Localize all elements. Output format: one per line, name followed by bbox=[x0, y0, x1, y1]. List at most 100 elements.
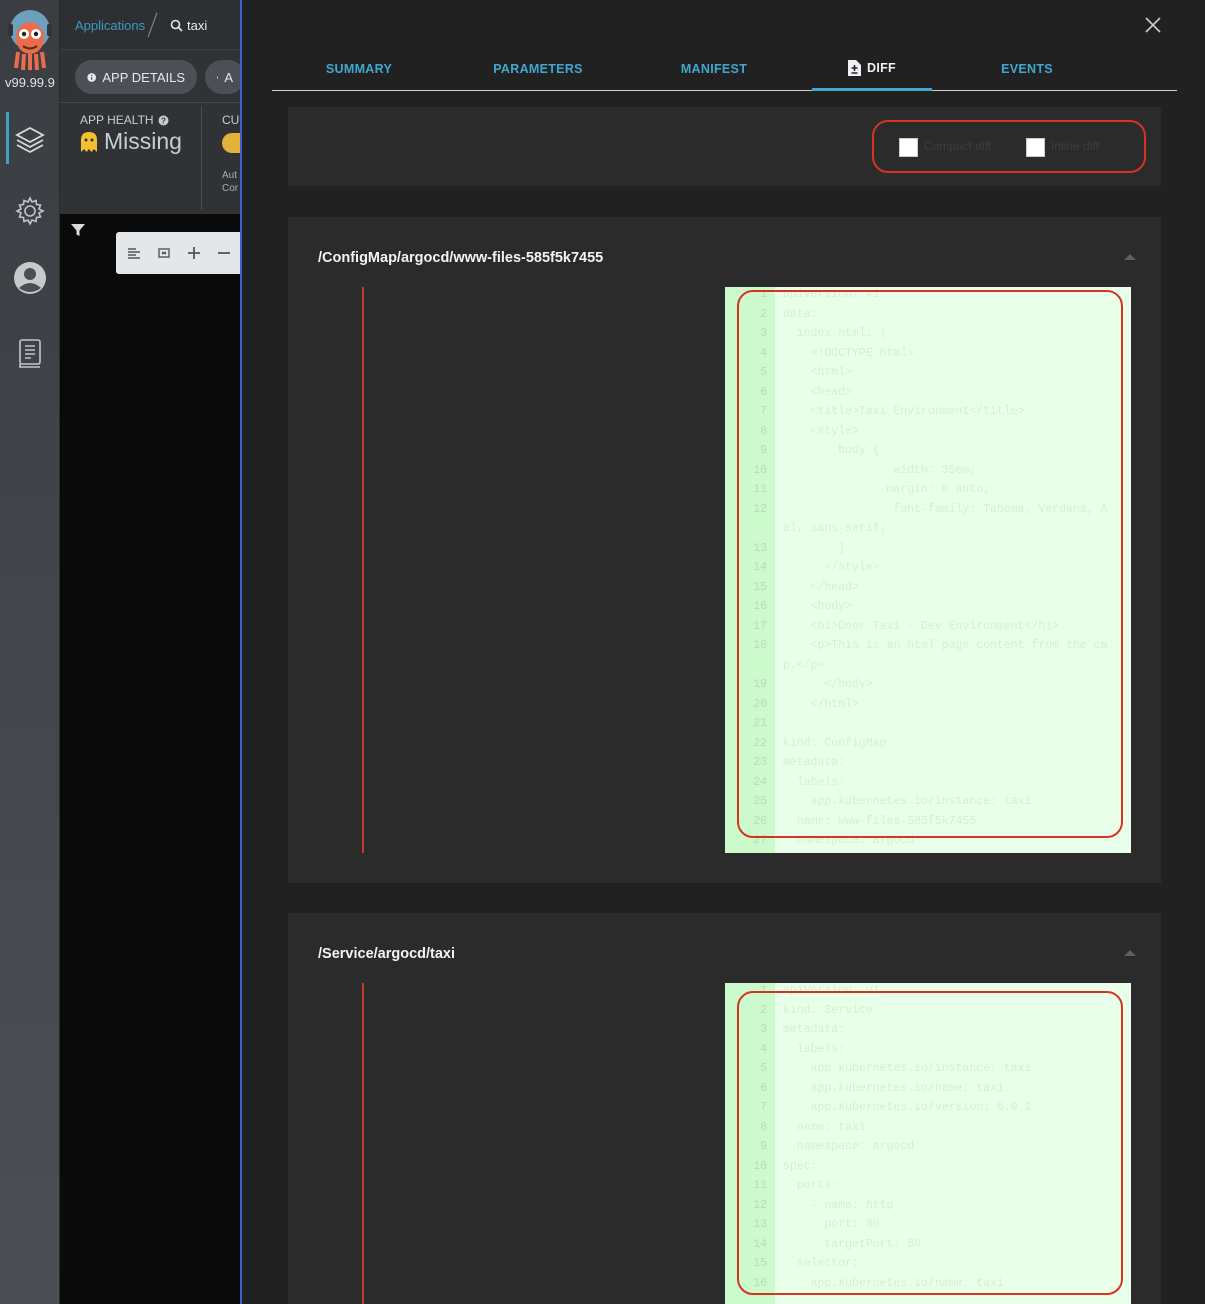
diff-code-line: 4 <!DOCTYPE html> bbox=[725, 344, 914, 364]
diff-code-line: al, sans-serif; bbox=[725, 519, 887, 539]
diff-code-line: 10 spec: bbox=[725, 1157, 817, 1177]
resource-diff-card: /ConfigMap/argocd/www-files-585f5k7455 1… bbox=[288, 217, 1161, 883]
line-content: app.kubernetes.io/instance: taxi bbox=[783, 1062, 1032, 1075]
diff-code-line: 16 app.kubernetes.io/name: taxi bbox=[725, 1274, 1004, 1294]
diff-code-line: 11 margin: 0 auto; bbox=[725, 480, 990, 500]
line-number: 14 bbox=[753, 561, 767, 574]
line-content: app.kubernetes.io/instance: taxi bbox=[783, 795, 1032, 808]
filter-icon[interactable] bbox=[70, 222, 86, 238]
diff-code-line: 23 metadata: bbox=[725, 753, 845, 773]
collapse-chevron-icon[interactable] bbox=[1124, 950, 1136, 956]
diff-code-line: 27 namespace: argocd bbox=[725, 831, 914, 851]
zoom-in-icon[interactable] bbox=[188, 247, 200, 259]
line-number: 11 bbox=[753, 483, 767, 496]
line-number: 12 bbox=[753, 502, 767, 516]
line-content: namespace: argocd bbox=[783, 834, 915, 847]
line-number: 25 bbox=[753, 795, 767, 808]
zoom-out-icon[interactable] bbox=[218, 247, 230, 259]
line-content: width: 35em; bbox=[783, 463, 977, 477]
auto-label-line: Aut bbox=[222, 170, 238, 181]
line-number: 6 bbox=[760, 385, 767, 399]
close-panel-button[interactable] bbox=[1142, 14, 1164, 36]
tab-diff[interactable]: DIFF bbox=[812, 48, 932, 91]
diff-code-line: 3 metadata: bbox=[725, 1020, 845, 1040]
line-content: port: 80 bbox=[783, 1218, 880, 1231]
line-content: kind: Service bbox=[783, 1003, 873, 1017]
diff-code-line: 6 <head> bbox=[725, 383, 852, 403]
line-content: al, sans-serif; bbox=[783, 522, 887, 535]
line-number: 7 bbox=[760, 1101, 767, 1114]
status-divider bbox=[201, 106, 202, 210]
cor-label-line: Cor bbox=[222, 183, 239, 194]
search-icon bbox=[170, 19, 183, 32]
main-nav: v99.99.9 bbox=[0, 0, 60, 1304]
align-left-icon[interactable] bbox=[128, 247, 140, 259]
app-health-status: Missing bbox=[80, 128, 182, 155]
line-number: 19 bbox=[753, 678, 767, 691]
app-diff-button[interactable]: A bbox=[205, 60, 245, 94]
diff-code-line: 2 data: bbox=[725, 305, 817, 325]
resource-title: /Service/argocd/taxi bbox=[318, 946, 456, 962]
collapse-chevron-icon[interactable] bbox=[1124, 254, 1136, 260]
tab-events[interactable]: EVENTS bbox=[982, 48, 1072, 90]
inline-diff-checkbox[interactable] bbox=[1026, 138, 1045, 157]
diff-code-line: 4 labels: bbox=[725, 1040, 845, 1060]
line-number: 16 bbox=[753, 1276, 767, 1290]
line-number: 18 bbox=[753, 639, 767, 652]
line-content: name: taxi bbox=[783, 1120, 866, 1134]
line-content: index.html: | bbox=[783, 327, 887, 340]
fit-screen-icon[interactable] bbox=[158, 247, 170, 259]
applications-layers-icon[interactable] bbox=[12, 122, 48, 158]
tab-manifest[interactable]: MANIFEST bbox=[662, 48, 766, 90]
line-content: - name: http bbox=[783, 1198, 894, 1212]
diff-new-side: 1 apiVersion: v1 2 kind: Service 3 metadata: 4… bbox=[725, 983, 1131, 1304]
diff-code-line: 13 } bbox=[725, 539, 845, 559]
breadcrumb-app[interactable]: taxi bbox=[170, 18, 207, 33]
line-content: </html> bbox=[783, 697, 859, 711]
line-number: 27 bbox=[753, 834, 767, 847]
close-icon bbox=[1145, 17, 1161, 33]
settings-gear-icon[interactable] bbox=[12, 193, 48, 229]
version-label: v99.99.9 bbox=[5, 75, 55, 90]
line-number: 4 bbox=[760, 1042, 767, 1056]
line-content: <html> bbox=[783, 366, 853, 379]
app-details-button[interactable]: APP DETAILS bbox=[75, 60, 197, 94]
line-content: targetPort: 80 bbox=[783, 1237, 922, 1251]
line-number: 23 bbox=[753, 756, 767, 769]
line-content: </body> bbox=[783, 678, 873, 691]
line-content: margin: 0 auto; bbox=[783, 483, 991, 496]
diff-code-line: 7 <title>Taxi Environment</title> bbox=[725, 402, 1024, 422]
docs-book-icon[interactable] bbox=[12, 335, 48, 371]
diff-code-line: 3 index.html: | bbox=[725, 324, 887, 344]
tab-events-label: EVENTS bbox=[1001, 62, 1053, 76]
app-health-value: Missing bbox=[104, 128, 182, 154]
line-content: p.</p> bbox=[783, 658, 825, 672]
argo-logo-icon[interactable] bbox=[6, 8, 54, 72]
line-content: app.kubernetes.io/name: taxi bbox=[783, 1276, 1004, 1290]
diff-code-line: 25 app.kubernetes.io/instance: taxi bbox=[725, 792, 1031, 812]
tab-manifest-label: MANIFEST bbox=[680, 62, 748, 76]
line-content: metadata: bbox=[783, 756, 846, 769]
help-icon[interactable]: ? bbox=[158, 115, 169, 126]
line-number: 16 bbox=[753, 600, 767, 613]
line-content: apiVersion: v1 bbox=[783, 984, 880, 997]
app-root: v99.99.9 Applications taxi APP DETAILS A… bbox=[0, 0, 1205, 1304]
info-icon bbox=[87, 72, 97, 82]
line-number: 22 bbox=[753, 736, 767, 750]
tab-parameters[interactable]: PARAMETERS bbox=[472, 48, 604, 90]
breadcrumb-applications-link[interactable]: Applications bbox=[75, 18, 145, 33]
diff-code-line: 18 <p>This is an html page content from … bbox=[725, 636, 1107, 656]
line-content: <h1>Door Taxi - Dev Environment</h1> bbox=[783, 619, 1060, 633]
line-number: 6 bbox=[760, 1081, 767, 1095]
tab-summary[interactable]: SUMMARY bbox=[304, 48, 414, 90]
compact-diff-checkbox[interactable] bbox=[899, 138, 918, 157]
user-avatar-icon[interactable] bbox=[12, 260, 48, 296]
line-content: labels: bbox=[783, 775, 846, 789]
line-content: selector: bbox=[783, 1257, 859, 1270]
diff-code-line: 19 </body> bbox=[725, 675, 873, 695]
diff-code-line: 8 name: taxi bbox=[725, 1118, 866, 1138]
line-content: app.kubernetes.io/version: 0.0.1 bbox=[783, 1101, 1032, 1114]
diff-code-line: 8 <style> bbox=[725, 422, 859, 442]
line-number: 1 bbox=[760, 288, 767, 301]
line-content: apiVersion: v1 bbox=[783, 288, 880, 301]
